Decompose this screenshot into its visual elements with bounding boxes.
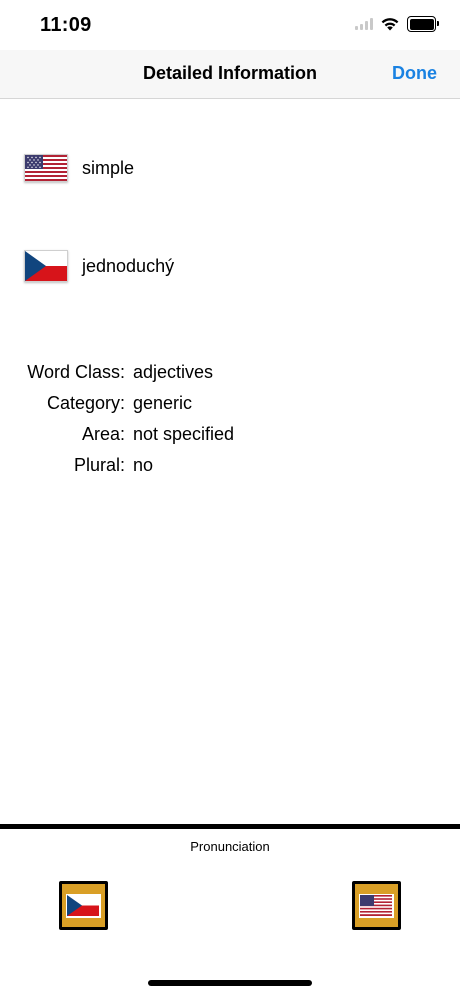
detail-row-category: Category: generic xyxy=(0,393,460,424)
nav-title: Detailed Information xyxy=(142,63,317,83)
detail-row-word-class: Word Class: adjectives xyxy=(0,362,460,393)
detail-value: not specified xyxy=(133,424,235,444)
status-bar: 11:09 xyxy=(0,0,460,50)
signal-icon xyxy=(355,18,373,30)
detail-row-plural: Plural: no xyxy=(0,455,460,486)
nav-bar: Detailed Information Done xyxy=(0,50,460,99)
pronunciation-label: Pronunciation xyxy=(190,839,270,854)
details-section: Word Class: adjectives Category: generic… xyxy=(0,362,460,486)
word-row-english: simple xyxy=(24,154,134,182)
us-flag-icon xyxy=(359,893,394,918)
pronounce-czech-button[interactable] xyxy=(59,881,108,930)
detail-label: Plural: xyxy=(73,455,125,475)
home-indicator[interactable] xyxy=(148,980,312,986)
bottom-divider xyxy=(0,824,460,829)
english-word: simple xyxy=(82,157,135,178)
word-row-czech: jednoduchý xyxy=(24,250,174,282)
battery-icon xyxy=(407,16,439,32)
pronounce-english-button[interactable] xyxy=(352,881,401,930)
czech-flag-icon xyxy=(24,250,68,282)
detail-label: Category: xyxy=(46,393,125,413)
detail-label: Word Class: xyxy=(27,362,125,382)
status-icons xyxy=(355,16,439,32)
wifi-icon xyxy=(381,18,399,31)
status-time: 11:09 xyxy=(40,14,92,36)
us-flag-icon xyxy=(24,154,68,182)
detail-value: adjectives xyxy=(133,362,214,382)
detail-value: no xyxy=(133,455,154,475)
detail-value: generic xyxy=(133,393,193,413)
done-button[interactable]: Done xyxy=(392,63,437,84)
detail-label: Area: xyxy=(81,424,125,444)
czech-flag-icon xyxy=(66,893,101,918)
detail-row-area: Area: not specified xyxy=(0,424,460,455)
czech-word: jednoduchý xyxy=(82,255,175,276)
